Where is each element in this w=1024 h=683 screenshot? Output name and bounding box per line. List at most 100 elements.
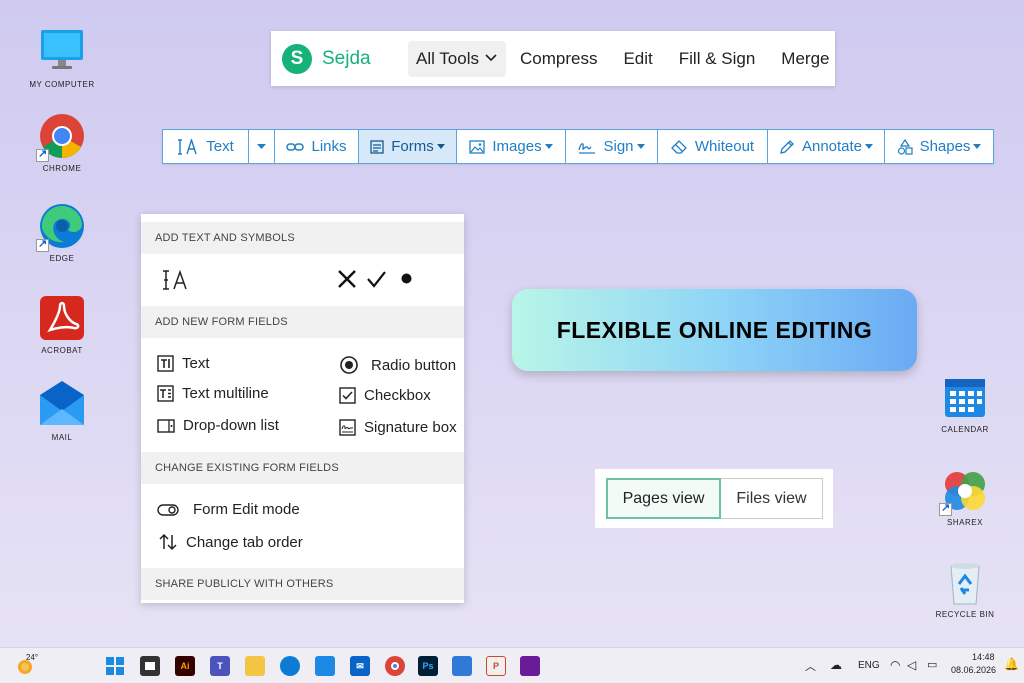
- winrar-icon[interactable]: [520, 656, 540, 676]
- clock-date[interactable]: 08.06.2026: [951, 665, 996, 675]
- tool-whiteout[interactable]: Whiteout: [658, 130, 768, 163]
- onedrive-icon[interactable]: ☁: [830, 658, 842, 672]
- menu-edit[interactable]: Edit: [623, 49, 652, 69]
- forms-dropdown-panel: ADD TEXT AND SYMBOLS ADD NEW FORM FIELDS…: [141, 214, 464, 603]
- tool-images[interactable]: Images: [457, 130, 566, 163]
- desktop-icon-acrobat[interactable]: ACROBAT: [27, 294, 97, 355]
- desktop-icon-label: MAIL: [51, 433, 73, 442]
- files-view-button[interactable]: Files view: [721, 478, 823, 519]
- tool-links-label: Links: [311, 138, 347, 155]
- pages-view-button[interactable]: Pages view: [606, 478, 721, 519]
- file-explorer-icon[interactable]: [245, 656, 265, 676]
- language-indicator[interactable]: ENG: [858, 660, 880, 671]
- field-signature-label: Signature box: [364, 419, 457, 436]
- signature-box-icon: [339, 419, 356, 436]
- shortcut-arrow-icon: [36, 237, 49, 252]
- field-text[interactable]: Text: [157, 355, 210, 372]
- all-tools-label: All Tools: [416, 48, 479, 68]
- text-field-icon: [157, 355, 174, 372]
- calendar-icon: [941, 373, 989, 421]
- battery-icon[interactable]: ▭: [927, 658, 937, 671]
- weather-temp: 24°: [26, 653, 39, 662]
- teams-icon[interactable]: T: [210, 656, 230, 676]
- recycle-bin-icon: [941, 558, 989, 606]
- tray-chevron-up-icon[interactable]: ︿: [805, 658, 816, 674]
- desktop-icon-recycle-bin[interactable]: RECYCLE BIN: [930, 558, 1000, 619]
- view-toggle: Pages view Files view: [595, 469, 833, 528]
- field-text-label: Text: [182, 355, 210, 372]
- store-icon[interactable]: [315, 656, 335, 676]
- start-button[interactable]: [105, 656, 125, 676]
- acrobat-icon: [38, 294, 86, 342]
- caret-down-icon: [257, 144, 266, 149]
- chevron-down-icon: [485, 53, 497, 65]
- edit-toolbar: Text Links Forms Images Sign Whiteout An…: [162, 129, 994, 164]
- desktop-icon-my-computer[interactable]: MY COMPUTER: [27, 28, 97, 89]
- field-radio-button[interactable]: Radio button: [339, 355, 456, 375]
- notification-bell-icon[interactable]: 🔔: [1004, 657, 1019, 671]
- menu-fill-sign[interactable]: Fill & Sign: [679, 49, 756, 69]
- mail-icon: [38, 381, 86, 429]
- field-signature-box[interactable]: Signature box: [339, 419, 457, 436]
- desktop-icon-calendar[interactable]: CALENDAR: [930, 373, 1000, 434]
- shortcut-arrow-icon: [939, 501, 952, 516]
- chrome-taskbar-icon[interactable]: [385, 656, 405, 676]
- clock-time[interactable]: 14:48: [972, 652, 995, 662]
- sharex-icon: [939, 466, 989, 516]
- mail-taskbar-icon[interactable]: ✉: [350, 656, 370, 676]
- desktop-icon-sharex[interactable]: SHAREX: [930, 466, 1000, 527]
- form-edit-mode[interactable]: Form Edit mode: [157, 501, 300, 518]
- field-radio-label: Radio button: [371, 356, 457, 374]
- symbol-cross[interactable]: [337, 269, 357, 289]
- photoshop-icon[interactable]: Ps: [418, 656, 438, 676]
- edge-taskbar-icon[interactable]: [280, 656, 300, 676]
- pen-icon: [780, 139, 794, 154]
- powerpoint-icon[interactable]: P: [486, 656, 506, 676]
- signature-icon: [578, 142, 596, 154]
- field-dropdown-list[interactable]: Drop-down list: [157, 417, 279, 434]
- section-header-existing-fields: CHANGE EXISTING FORM FIELDS: [141, 452, 464, 484]
- desktop-icon-mail[interactable]: MAIL: [27, 381, 97, 442]
- caret-down-icon: [544, 144, 553, 149]
- shapes-icon: [897, 138, 913, 155]
- desktop-icon-label: ACROBAT: [41, 346, 83, 355]
- cross-icon: [338, 270, 356, 288]
- desktop-icon-label: MY COMPUTER: [29, 80, 95, 89]
- edge-icon: [36, 202, 86, 252]
- tool-shapes-label: Shapes: [919, 138, 971, 155]
- wifi-icon[interactable]: ◠: [890, 658, 900, 672]
- tool-shapes[interactable]: Shapes: [885, 130, 993, 163]
- photos-icon[interactable]: [452, 656, 472, 676]
- symbol-text-cursor[interactable]: [161, 269, 193, 291]
- toggle-icon: [157, 503, 179, 516]
- checkbox-icon: [339, 387, 356, 404]
- field-checkbox[interactable]: Checkbox: [339, 387, 431, 404]
- all-tools-dropdown[interactable]: All Tools: [408, 40, 506, 77]
- tool-forms[interactable]: Forms: [359, 130, 457, 163]
- desktop-icon-chrome[interactable]: CHROME: [27, 112, 97, 173]
- tool-forms-label: Forms: [391, 138, 434, 155]
- tool-text[interactable]: Text: [163, 130, 249, 163]
- field-text-multiline[interactable]: Text multiline: [157, 385, 269, 402]
- symbol-check[interactable]: [366, 269, 386, 289]
- sejda-logo-icon[interactable]: S: [282, 43, 312, 74]
- desktop-icon-label: EDGE: [49, 254, 75, 263]
- chrome-icon: [36, 112, 86, 162]
- tool-annotate[interactable]: Annotate: [768, 130, 885, 163]
- desktop-icon-edge[interactable]: EDGE: [27, 202, 97, 263]
- sejda-logo-text[interactable]: Sejda: [322, 48, 408, 70]
- form-icon: [370, 139, 384, 154]
- symbol-dot[interactable]: [401, 273, 412, 284]
- desktop-icon-label: CALENDAR: [941, 425, 989, 434]
- sort-arrows-icon: [159, 533, 177, 551]
- tool-text-dropdown[interactable]: [249, 130, 275, 163]
- change-tab-order[interactable]: Change tab order: [158, 532, 303, 552]
- illustrator-icon[interactable]: Ai: [175, 656, 195, 676]
- tool-links[interactable]: Links: [275, 130, 359, 163]
- tool-whiteout-label: Whiteout: [694, 138, 755, 155]
- menu-merge[interactable]: Merge: [781, 49, 829, 69]
- task-view-icon[interactable]: [140, 656, 160, 676]
- tool-sign[interactable]: Sign: [566, 130, 658, 163]
- menu-compress[interactable]: Compress: [520, 49, 597, 69]
- volume-icon[interactable]: ◁: [907, 658, 916, 672]
